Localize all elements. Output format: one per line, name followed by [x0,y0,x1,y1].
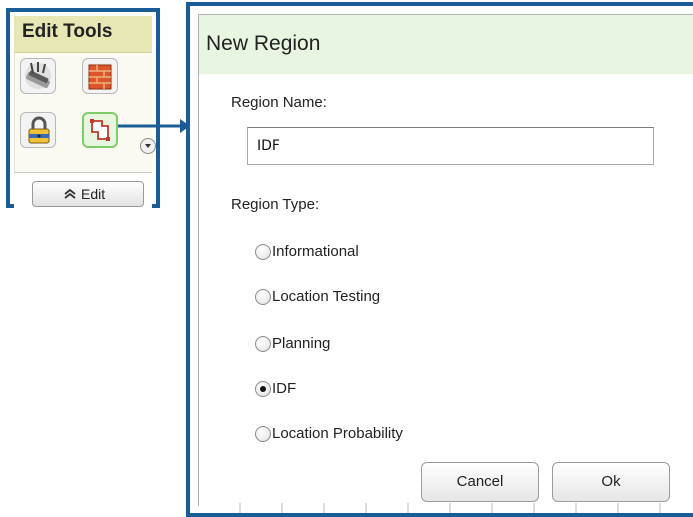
radio-label: Location Testing [272,288,381,305]
radio-button[interactable] [255,381,271,397]
ok-button[interactable]: Ok [552,462,670,502]
radio-button[interactable] [255,426,271,442]
radio-button[interactable] [255,289,271,305]
radio-label: Informational [272,243,359,260]
radio-selected-dot [260,386,266,392]
region-name-input[interactable] [247,127,654,165]
region-name-label: Region Name: [231,94,327,111]
radio-label: Location Probability [272,425,403,442]
radio-button[interactable] [255,336,271,352]
cancel-button[interactable]: Cancel [421,462,539,502]
dialog-title: New Region [206,32,321,55]
radio-label: Planning [272,335,331,352]
region-type-label: Region Type: [231,196,320,213]
radio-label: IDF [272,380,297,397]
radio-button[interactable] [255,244,271,260]
background-strip [199,503,693,513]
